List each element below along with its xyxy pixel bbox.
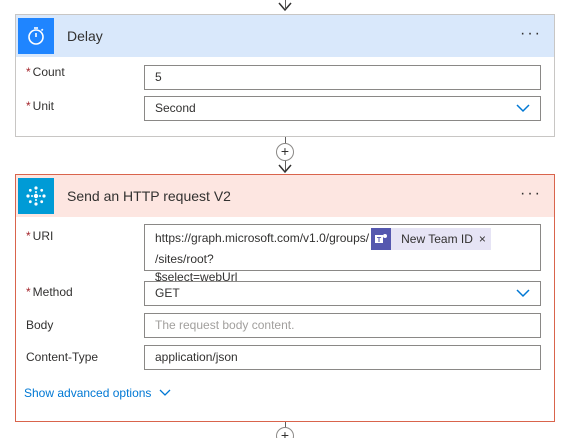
insert-step-button[interactable]: + (276, 427, 294, 438)
required-marker: * (26, 229, 31, 243)
new-team-id-token[interactable]: T New Team ID × (371, 228, 491, 250)
unit-dropdown[interactable]: Second (144, 96, 541, 121)
timer-icon (18, 18, 54, 54)
count-value: 5 (155, 70, 162, 84)
advanced-options-label: Show advanced options (24, 386, 152, 400)
token-remove-button[interactable]: × (479, 230, 491, 248)
uri-label: * URI (26, 229, 53, 243)
delay-more-options-button[interactable]: ··· (520, 26, 542, 42)
required-marker: * (26, 65, 31, 79)
unit-value: Second (155, 101, 196, 115)
body-input[interactable]: The request body content. (144, 313, 541, 338)
method-value: GET (155, 286, 180, 300)
method-label-text: Method (32, 285, 73, 299)
content-type-value: application/json (155, 350, 238, 364)
unit-label-text: Unit (32, 99, 55, 113)
teams-icon: T (371, 228, 392, 250)
arrow-down-icon (278, 2, 292, 12)
required-marker: * (26, 285, 31, 299)
count-input[interactable]: 5 (144, 65, 541, 90)
show-advanced-options-link[interactable]: Show advanced options (24, 386, 171, 400)
body-placeholder: The request body content. (155, 318, 295, 332)
arrow-down-icon (278, 164, 292, 174)
count-label-text: Count (32, 65, 65, 79)
chevron-down-icon (516, 289, 530, 298)
token-label: New Team ID (401, 232, 473, 246)
http-more-options-button[interactable]: ··· (520, 186, 542, 202)
content-type-label: Content-Type (26, 350, 99, 364)
required-marker: * (26, 99, 31, 113)
http-card-header[interactable]: Send an HTTP request V2 ··· (16, 175, 554, 217)
delay-card-header[interactable]: Delay ··· (16, 15, 554, 57)
http-network-icon (18, 178, 54, 214)
unit-label: * Unit (26, 99, 54, 113)
uri-prefix-text: https://graph.microsoft.com/v1.0/groups/ (155, 231, 370, 246)
uri-suffix-text: /sites/root? (155, 252, 214, 266)
svg-text:T: T (377, 237, 382, 244)
content-type-input[interactable]: application/json (144, 345, 541, 370)
chevron-down-icon (516, 104, 530, 113)
method-dropdown[interactable]: GET (144, 281, 541, 306)
delay-action-card[interactable]: Delay ··· * Count 5 * Unit Second (15, 14, 555, 137)
method-label: * Method (26, 285, 73, 299)
uri-label-text: URI (32, 229, 54, 243)
body-label: Body (26, 318, 54, 332)
count-label: * Count (26, 65, 65, 79)
uri-input[interactable]: https://graph.microsoft.com/v1.0/groups/… (144, 224, 541, 284)
chevron-down-icon (159, 389, 171, 396)
http-request-action-card[interactable]: Send an HTTP request V2 ··· * URI https:/… (15, 174, 555, 422)
delay-card-title: Delay (67, 28, 103, 44)
http-card-title: Send an HTTP request V2 (67, 188, 231, 204)
insert-step-button[interactable]: + (276, 143, 294, 161)
